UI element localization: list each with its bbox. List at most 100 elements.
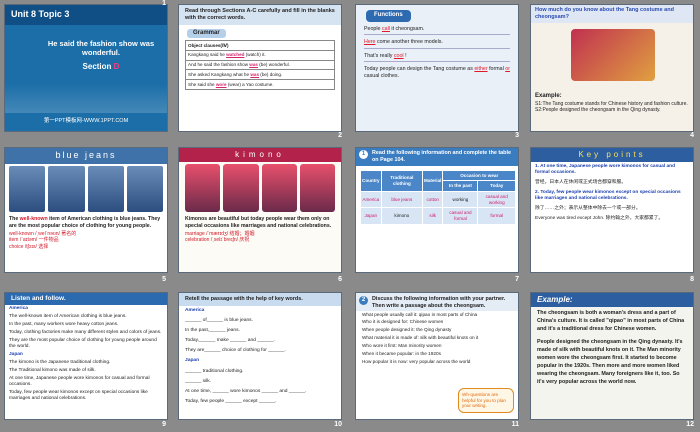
section-word: Section: [82, 61, 112, 71]
key-point: 2. Today, few people wear kimonos except…: [535, 189, 681, 201]
table-row: Kangkang said he watched (watch) it.: [185, 49, 335, 61]
slide-number-7: 7: [515, 276, 519, 283]
slide-thumbnail-4[interactable]: How much do you know about the Tang cost…: [530, 4, 694, 132]
slide-thumbnail-2[interactable]: Read through Sections A-C carefully and …: [178, 4, 342, 132]
step-circle: 2: [359, 296, 368, 305]
grammar-table: Object clauses(Ⅳ) Kangkang said he watch…: [185, 40, 335, 90]
list-item: Who wore it first: Man minority women: [362, 343, 442, 348]
slide-thumbnail-12[interactable]: Example: The cheongsam is both a woman's…: [530, 292, 694, 420]
banner-title: Key points: [531, 148, 693, 162]
list-item: In the past,______ jeans.: [185, 328, 240, 333]
step-circle: 1: [359, 150, 368, 159]
sentence-line: Here come another three models.: [364, 39, 510, 49]
slide-number-1: 1: [162, 0, 166, 7]
list-item: What material it is made of: silk with b…: [362, 335, 479, 341]
section-letter: D: [113, 61, 120, 71]
tip-bubble: Wh-questions are helpful for you to plan…: [458, 387, 514, 413]
description: The well-known item of American clothing…: [9, 216, 161, 229]
table-row: She asked Kangkang what he was (be) doin…: [185, 69, 335, 81]
list-item: Today, few people wear kimonos except on…: [9, 389, 148, 401]
costume-picture: [571, 29, 655, 81]
slide-number-8: 8: [690, 276, 694, 283]
jeans-pictures: [5, 164, 167, 214]
slide-thumbnail-10[interactable]: Retell the passage with the help of key …: [178, 292, 342, 420]
table-header: Occasion to wear: [442, 169, 516, 182]
table-head: Object clauses(Ⅳ): [185, 40, 335, 51]
table-header: Material: [422, 169, 444, 192]
slide-number-9: 9: [162, 421, 166, 428]
list-item: Today,______ make ______ and ______.: [185, 338, 275, 344]
list-item: The kimono is the Japanese traditional c…: [9, 360, 111, 366]
list-item: They are the most popular choice of clot…: [9, 338, 157, 350]
table-row: America blue jeans cotton working casual and…: [360, 190, 516, 209]
key-note: 曾经，日本人在休闲或正式场合都穿和服。: [535, 179, 627, 185]
slide-thumbnail-7[interactable]: 1 Read the following information and comp…: [355, 147, 519, 273]
list-item: When it became popular: in the 1920s: [362, 350, 441, 356]
slide-sorter-grid: Unit 8 Topic 3 He said the fashion show …: [0, 0, 700, 432]
slide-thumbnail-3[interactable]: Functions People call it cheongsam. Here…: [355, 4, 519, 132]
slide-number-3: 3: [515, 132, 519, 139]
banner-title: blue jeans: [5, 148, 167, 164]
list-item: At one time, ______ wore kimonos ______ …: [185, 388, 307, 394]
list-item: ______ silk.: [185, 378, 212, 384]
question: How much do you know about the Tang cost…: [531, 5, 693, 23]
list-item: What people usually call it: qipao in mo…: [362, 311, 478, 317]
list-item: They are______ choice of clothing for __…: [185, 348, 286, 354]
slide-number-12: 12: [686, 421, 694, 428]
list-item: ______ traditional clothing.: [185, 368, 244, 374]
slide-number-6: 6: [338, 276, 342, 283]
instruction: Read through Sections A-C carefully and …: [179, 5, 341, 25]
table-header: Country: [360, 169, 382, 192]
sentence-line: People call it cheongsam.: [364, 26, 510, 36]
vocab-line: celebration /ˌselɪˈbreɪʃn/ 庆祝: [185, 237, 250, 244]
kimono-pictures: [179, 162, 341, 214]
example-paragraph: People designed the cheongsam in the Qin…: [537, 339, 683, 385]
functions-badge: Functions: [366, 10, 411, 22]
example-paragraph: The cheongsam is both a woman's dress an…: [537, 310, 685, 332]
slide-number-2: 2: [338, 132, 342, 139]
slide-thumbnail-5[interactable]: blue jeans The well-known item of Americ…: [4, 147, 168, 273]
slide-heading: Retell the passage with the help of key …: [179, 293, 341, 306]
slide-number-5: 5: [162, 276, 166, 283]
example-block: Example: S1:The Tang costume stands for …: [535, 93, 688, 113]
slide-thumbnail-8[interactable]: Key points 1. At one time, Japanese peop…: [530, 147, 694, 273]
instruction: 2 Discuss the following information with …: [356, 293, 518, 311]
list-item: Today, clothing factories make many diff…: [9, 330, 162, 336]
key-example: Everyone was tired except John. 除约翰之外，大家…: [535, 215, 664, 221]
footer-text: 第一PPT模板网-WWW.1PPT.COM: [43, 118, 129, 125]
slide-thumbnail-11[interactable]: 2 Discuss the following information with …: [355, 292, 519, 420]
list-item: Who it is designed for: Chinese women: [362, 319, 444, 325]
table-row: And he said the fashion show was (be) wo…: [185, 59, 335, 71]
list-item: How popular it is now: very popular acro…: [362, 358, 471, 364]
slide-number-4: 4: [690, 132, 694, 139]
slide-thumbnail-9[interactable]: Listen and follow. America The well-know…: [4, 292, 168, 420]
slide-heading: Listen and follow.: [5, 293, 167, 306]
grammar-badge: Grammar: [187, 28, 226, 39]
list-item: The well-known item of American clothing…: [9, 314, 127, 320]
list-item: Today, few people ______ except ______.: [185, 398, 277, 404]
list-item: At one time, Japanese people wore kimono…: [9, 375, 150, 387]
sentence-line: That's really cool !: [364, 53, 510, 63]
table-header: Today: [477, 180, 516, 192]
table-row: Japan kimono silk casual and formal formal: [360, 207, 516, 225]
wave-decoration: [5, 83, 167, 113]
section-heading: Japan: [9, 352, 23, 358]
instruction: 1 Read the following information and comp…: [356, 148, 518, 166]
list-item: When people designed it: the Qing dynast…: [362, 327, 452, 333]
slide-thumbnail-6[interactable]: kimono Kimonos are beautiful but today p…: [178, 147, 342, 273]
slide-thumbnail-1[interactable]: Unit 8 Topic 3 He said the fashion show …: [4, 4, 168, 132]
list-item: ______ of______ is blue jeans.: [185, 317, 253, 323]
table-header: In the past: [442, 180, 479, 192]
unit-title: Unit 8 Topic 3: [5, 5, 167, 25]
key-note: 除了……之外；表示从整体中除去一个或一部分。: [535, 205, 641, 211]
section-heading: Japan: [185, 358, 200, 364]
description: Kimonos are beautiful but today people w…: [185, 216, 332, 229]
list-item: The Traditional kimono was made of silk.: [9, 368, 96, 373]
slide-number-11: 11: [511, 421, 519, 428]
slide-number-10: 10: [334, 421, 342, 428]
banner-title: Example:: [531, 293, 693, 307]
section-heading: America: [9, 306, 28, 312]
section-heading: America: [185, 307, 205, 313]
table-row: She said she wore (wear) a Yao costume.: [185, 79, 335, 90]
sentence-line: Today people can design the Tang costume…: [364, 66, 510, 79]
